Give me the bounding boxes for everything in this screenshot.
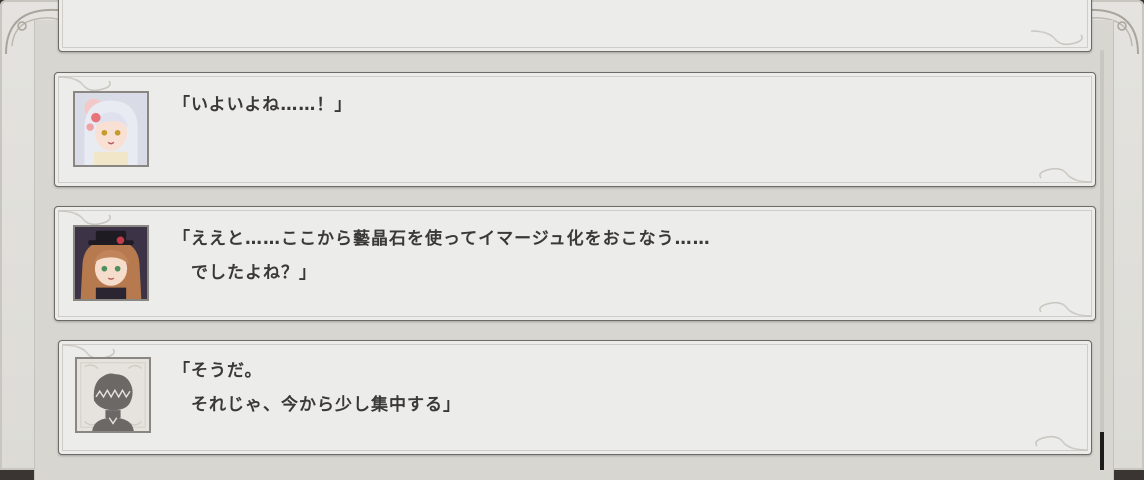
log-entry[interactable]: 「そうだ。 それじゃ、今から少し集中する」 <box>58 340 1092 455</box>
silhouette-portrait-icon <box>75 357 151 433</box>
log-window-frame: 「いよいよね……！」 「ええと……ここから藝晶石を使ってイマージュ化をおこなう…… <box>0 0 1144 480</box>
dialogue-line: でしたよね？」 <box>173 263 317 283</box>
scrollbar-thumb[interactable] <box>1100 432 1104 470</box>
dialogue-line: 「そうだ。 <box>173 361 263 381</box>
brown-haired-girl-portrait-icon <box>73 225 149 301</box>
flourish-ornament-icon <box>1039 167 1092 183</box>
white-haired-girl-portrait-icon <box>73 91 149 167</box>
scrollbar-track[interactable] <box>1100 50 1104 470</box>
flourish-ornament-icon <box>1039 301 1092 317</box>
log-entry[interactable]: 「ええと……ここから藝晶石を使ってイマージュ化をおこなう…… でしたよね？」 <box>54 206 1096 321</box>
log-entry[interactable]: 「いよいよね……！」 <box>54 72 1096 187</box>
dialogue-line: 「ええと……ここから藝晶石を使ってイマージュ化をおこなう…… <box>173 229 711 249</box>
log-entry-partial <box>58 0 1092 52</box>
flourish-ornament-icon <box>1035 435 1088 451</box>
dialogue-line: それじゃ、今から少し集中する」 <box>173 395 461 415</box>
dialogue-line: 「いよいよね……！」 <box>173 95 353 115</box>
flourish-ornament-icon <box>1030 30 1083 46</box>
